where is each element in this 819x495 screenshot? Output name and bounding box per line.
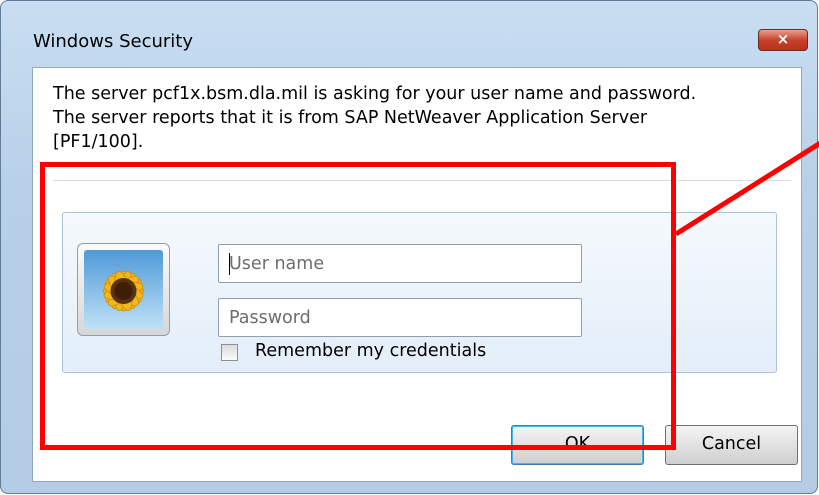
annotation-pointer-line <box>674 140 819 237</box>
